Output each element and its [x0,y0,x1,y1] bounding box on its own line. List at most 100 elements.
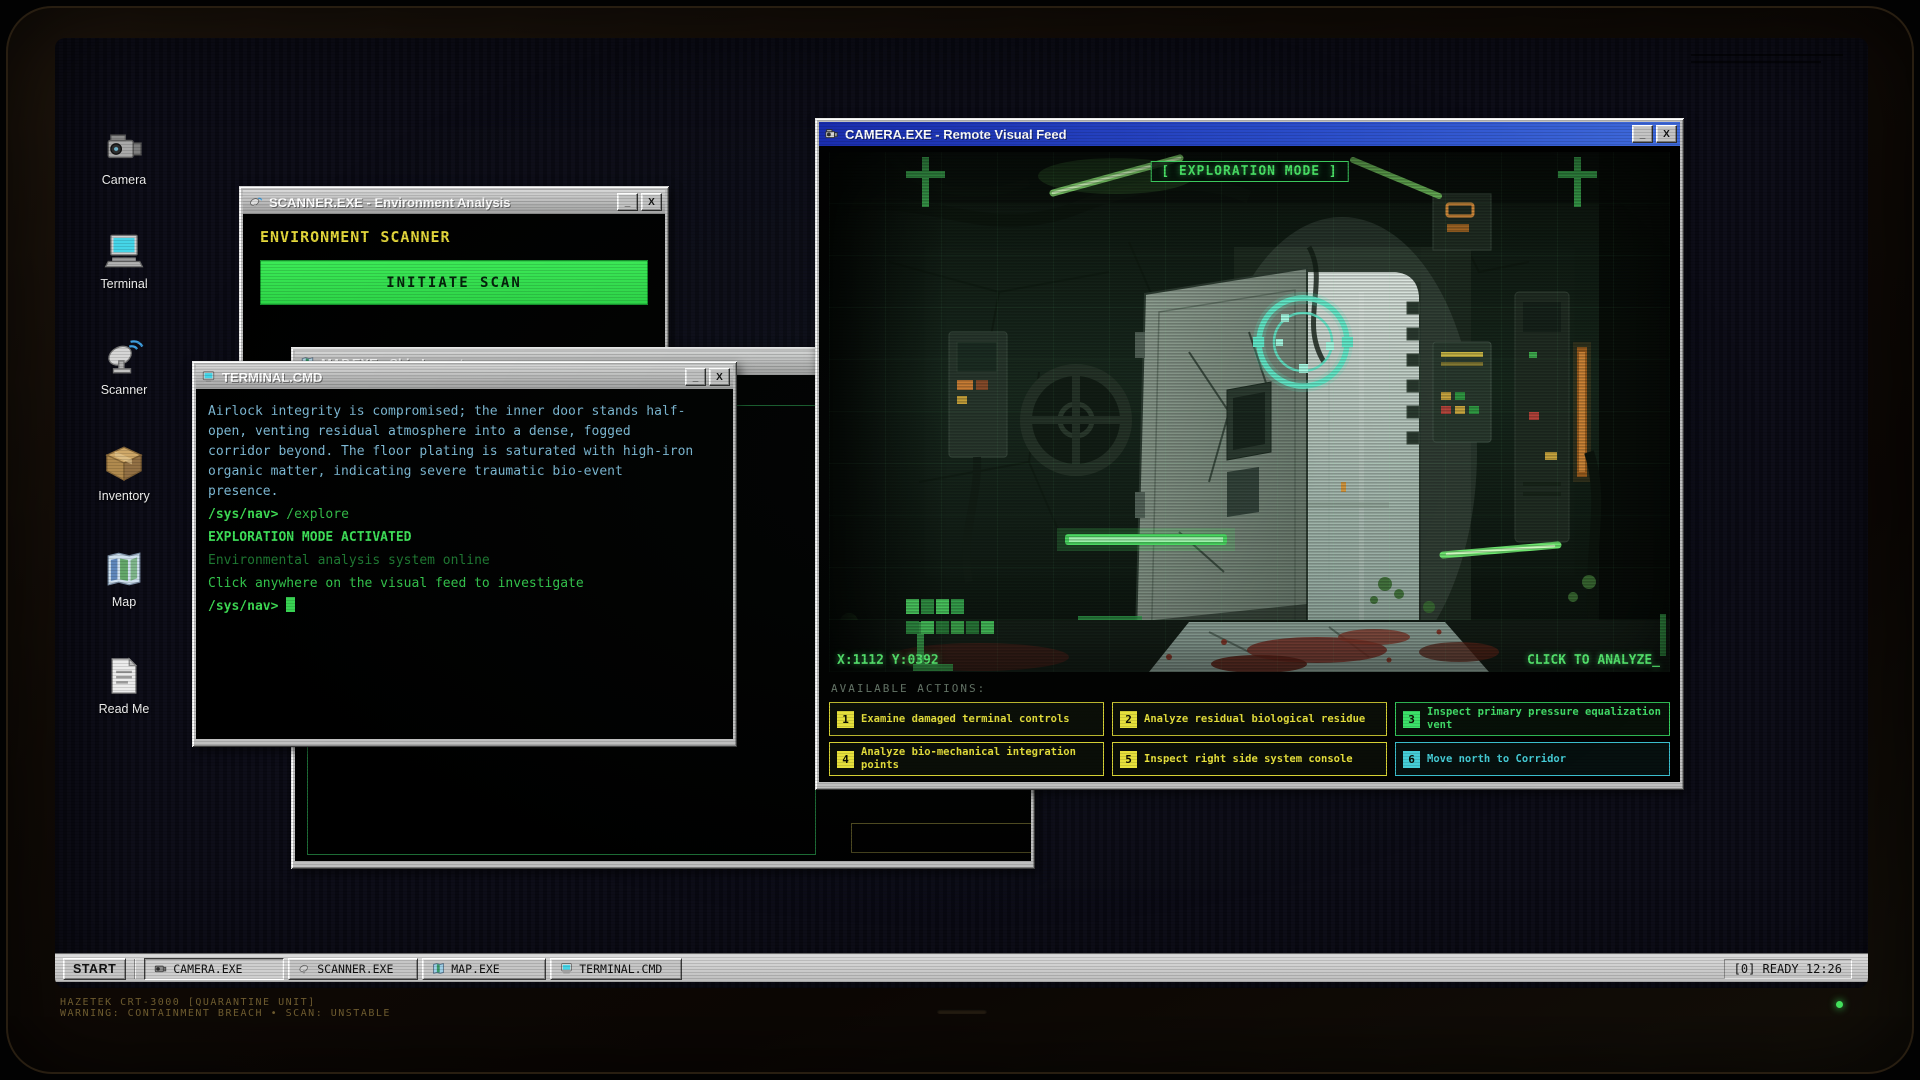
initiate-scan-button[interactable]: INITIATE SCAN [260,260,648,305]
desktop-icon-label: Scanner [82,383,166,397]
minimize-button[interactable]: _ [1632,125,1653,143]
taskbar-item-label: CAMERA.EXE [173,962,242,976]
terminal-line: corridor beyond. The floor plating is sa… [208,442,721,462]
desktop-icon-camera[interactable]: Camera [82,126,166,187]
airlock-wheel [1026,370,1126,470]
camera-window-title: CAMERA.EXE - Remote Visual Feed [845,127,1067,142]
action-number: 1 [837,711,854,728]
scanner-titlebar[interactable]: SCANNER.EXE - Environment Analysis _ X [243,190,665,214]
camera-icon [154,962,167,975]
camera-icon [103,126,145,168]
available-actions-label: AVAILABLE ACTIONS: [831,682,986,695]
action-label: Inspect right side system console [1144,753,1353,766]
terminal-command-line: /sys/nav> /explore [208,505,721,525]
action-button-3[interactable]: 3 Inspect primary pressure equalization … [1395,702,1670,736]
action-number: 4 [837,751,854,768]
taskbar-item-label: MAP.EXE [451,962,499,976]
desktop: Camera Terminal Scanner [55,38,1868,988]
inventory-box-icon [103,442,145,484]
taskbar-item-map[interactable]: MAP.EXE [422,958,546,980]
camera-feed-art [829,152,1670,672]
terminal-icon [103,230,145,272]
desktop-icon-label: Map [82,595,166,609]
desktop-icon-label: Inventory [82,489,166,503]
taskbar-item-scanner[interactable]: SCANNER.EXE [288,958,418,980]
start-button[interactable]: START [63,958,126,980]
terminal-input-line[interactable]: /sys/nav> [208,597,721,617]
terminal-output[interactable]: Airlock integrity is compromised; the in… [196,389,733,739]
taskbar: START CAMERA.EXE SCANNER.EXE [55,954,1868,982]
terminal-line: organic matter, indicating severe trauma… [208,462,721,482]
terminal-window: TERMINAL.CMD _ X Airlock integrity is co… [192,361,737,747]
document-icon [103,655,145,697]
terminal-hint-line: Click anywhere on the visual feed to inv… [208,574,721,594]
visual-feed[interactable]: [ EXPLORATION MODE ] X:1112 Y:0392 CLICK… [829,152,1670,672]
terminal-icon [560,962,573,975]
map-icon [432,962,445,975]
exploration-mode-badge: [ EXPLORATION MODE ] [1150,161,1349,182]
terminal-line: presence. [208,482,721,502]
desktop-icon-terminal[interactable]: Terminal [82,230,166,291]
close-button[interactable]: X [1656,125,1677,143]
terminal-cursor [286,597,295,612]
click-to-analyze-hint: CLICK TO ANALYZE_ [1527,653,1660,668]
action-button-4[interactable]: 4 Analyze bio-mechanical integration poi… [829,742,1104,776]
camera-content: [ EXPLORATION MODE ] X:1112 Y:0392 CLICK… [819,146,1680,782]
bezel-brand-text: HAZETEK CRT-3000 [QUARANTINE UNIT] WARNI… [60,997,391,1019]
action-button-6[interactable]: 6 Move north to Corridor [1395,742,1670,776]
taskbar-item-camera[interactable]: CAMERA.EXE [144,958,284,980]
camera-window-icon [824,127,839,141]
terminal-titlebar[interactable]: TERMINAL.CMD _ X [196,365,733,389]
terminal-prompt: /sys/nav> [208,507,278,522]
terminal-line: open, venting residual atmosphere into a… [208,422,721,442]
scanner-icon [298,962,311,975]
terminal-line: Airlock integrity is compromised; the in… [208,402,721,422]
screen-glare-2 [1691,61,1821,63]
action-number: 6 [1403,751,1420,768]
desktop-icon-label: Read Me [82,702,166,716]
desktop-icon-map[interactable]: Map [82,548,166,609]
action-label: Analyze bio-mechanical integration point… [861,746,1096,771]
scanner-heading: ENVIRONMENT SCANNER [260,228,451,246]
screen-glare [1691,54,1843,56]
close-button[interactable]: X [641,193,662,211]
camera-window: CAMERA.EXE - Remote Visual Feed _ X [815,118,1684,790]
minimize-button[interactable]: _ [617,193,638,211]
taskbar-item-label: SCANNER.EXE [317,962,393,976]
desktop-icon-inventory[interactable]: Inventory [82,442,166,503]
taskbar-item-label: TERMINAL.CMD [579,962,662,976]
terminal-window-title: TERMINAL.CMD [222,370,322,385]
terminal-window-icon [201,370,216,384]
action-number: 3 [1403,711,1420,728]
minimize-button[interactable]: _ [685,368,706,386]
terminal-mode-line: EXPLORATION MODE ACTIVATED [208,528,721,548]
crt-monitor: HAZETEK CRT-3000 [QUARANTINE UNIT] WARNI… [0,0,1920,1080]
terminal-online-line: Environmental analysis system online [208,551,721,571]
terminal-command: /explore [278,507,348,522]
action-label: Examine damaged terminal controls [861,713,1070,726]
camera-titlebar[interactable]: CAMERA.EXE - Remote Visual Feed _ X [819,122,1680,146]
action-button-1[interactable]: 1 Examine damaged terminal controls [829,702,1104,736]
action-label: Move north to Corridor [1427,753,1566,766]
scanner-window-title: SCANNER.EXE - Environment Analysis [269,195,511,210]
airlock-door [1135,268,1307,672]
desktop-icon-readme[interactable]: Read Me [82,655,166,716]
close-button[interactable]: X [709,368,730,386]
system-tray-status: [0] READY 12:26 [1724,959,1852,979]
action-number: 5 [1120,751,1137,768]
map-room-outline [851,823,1031,853]
map-icon [103,548,145,590]
power-led [1836,1001,1843,1008]
action-button-2[interactable]: 2 Analyze residual biological residue [1112,702,1387,736]
desktop-icon-label: Camera [82,173,166,187]
taskbar-item-terminal[interactable]: TERMINAL.CMD [550,958,682,980]
bezel-slot [937,1009,987,1014]
desktop-icon-label: Terminal [82,277,166,291]
taskbar-separator [134,959,136,979]
desktop-icon-scanner[interactable]: Scanner [82,336,166,397]
scanner-window-icon [248,195,263,209]
bezel-brand-line1: HAZETEK CRT-3000 [QUARANTINE UNIT] [60,997,391,1008]
action-button-grid: 1 Examine damaged terminal controls 2 An… [829,702,1670,776]
feed-coordinates: X:1112 Y:0392 [837,653,939,668]
action-button-5[interactable]: 5 Inspect right side system console [1112,742,1387,776]
